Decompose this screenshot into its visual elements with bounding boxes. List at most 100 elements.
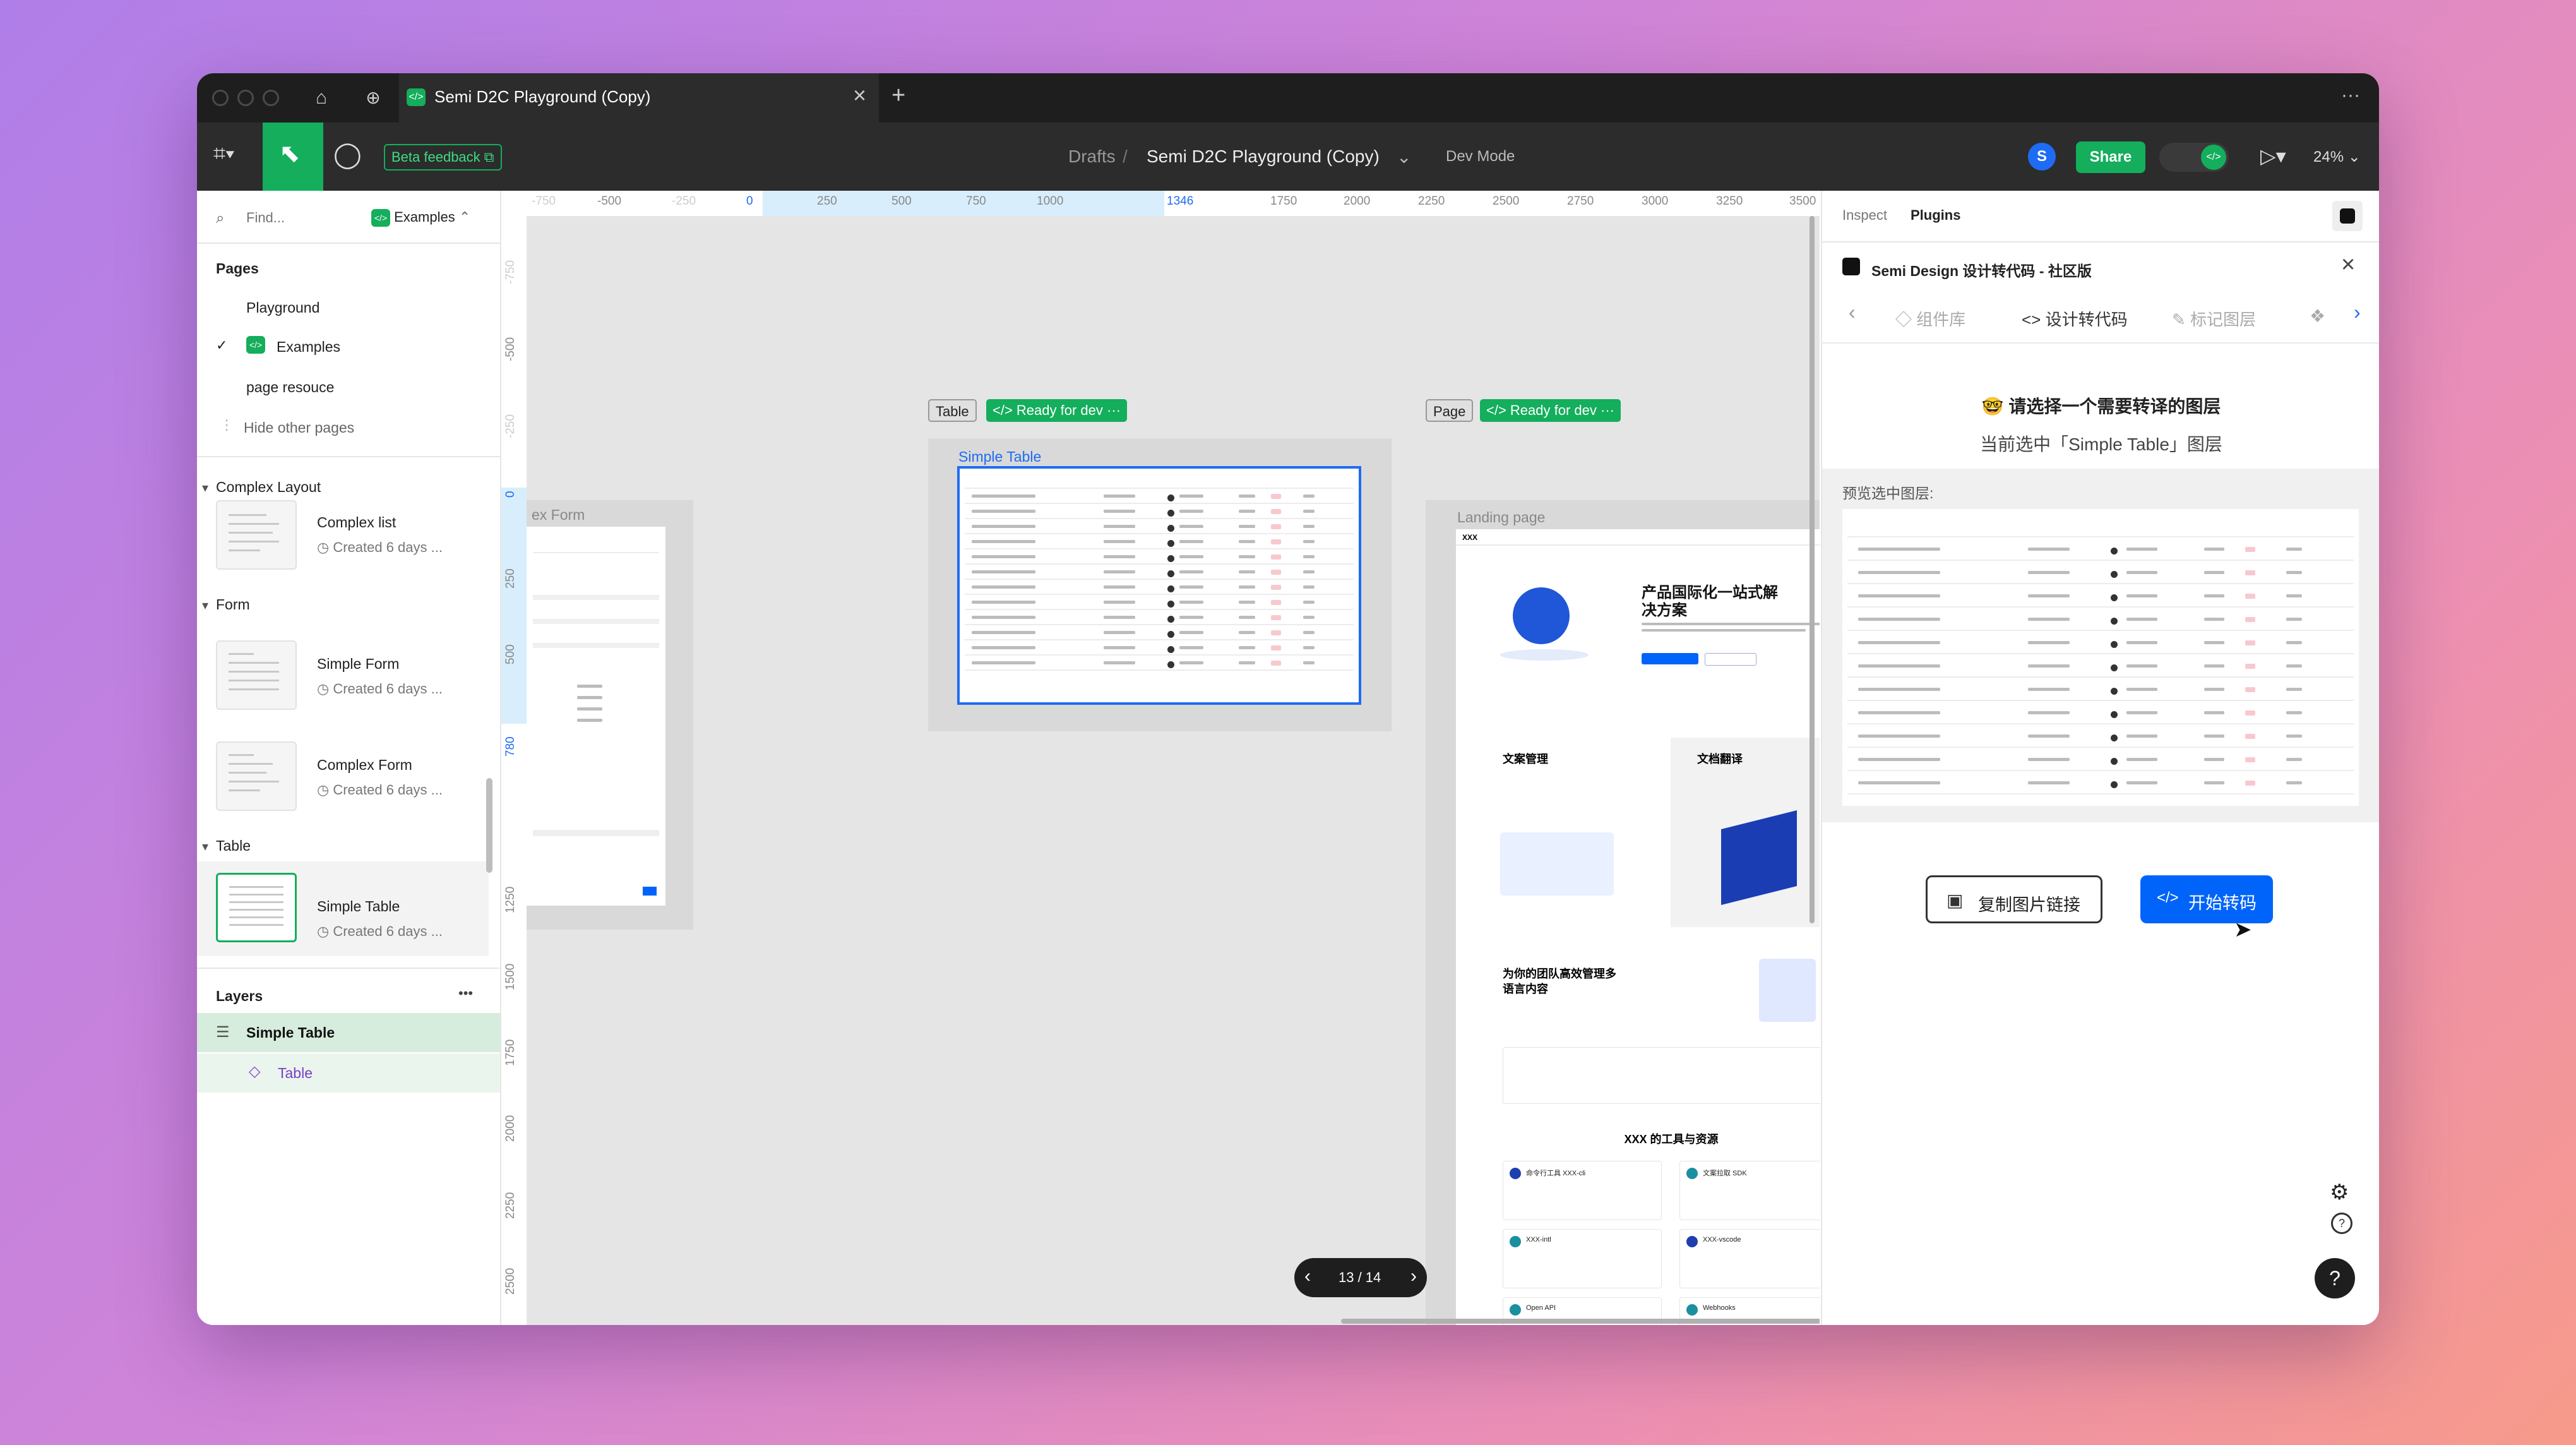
window-more-icon[interactable]: ··· [2341,85,2360,106]
table-cell-placeholder [1239,661,1255,664]
section-title-form[interactable]: Form [216,596,250,613]
layers-more-icon[interactable]: ••• [458,985,473,1002]
globe-icon[interactable]: ⊕ [360,85,386,111]
share-button[interactable]: Share [2076,141,2145,173]
table-frame-section[interactable]: Simple Table [928,438,1392,731]
thumbnail-complex-list[interactable] [216,500,297,570]
dev-mode-toggle[interactable]: </> [2159,143,2229,172]
layer-row-simple-table[interactable]: ☰ Simple Table [197,1013,500,1052]
table-cell-placeholder [971,646,1036,649]
page-item-examples[interactable]: Examples [277,339,340,356]
table-cell-placeholder [2203,687,2225,691]
nav-design-to-code[interactable]: <> 设计转代码 [2022,307,2128,330]
horizontal-scrollbar[interactable] [1341,1319,1820,1324]
section-collapse-icon[interactable]: ▾ [202,839,208,854]
layer-row-table[interactable]: ◇ Table [197,1053,500,1093]
nav-mark-layers[interactable]: ✎ 标记图层 [2172,307,2256,330]
left-panel-scrollbar[interactable] [486,778,492,873]
search-input[interactable] [245,206,361,230]
comment-icon[interactable]: ◯ [333,140,362,169]
table-section-tag[interactable]: Table [928,399,977,422]
component-icon[interactable]: ❖ [2310,306,2325,327]
thumbnail-complex-form[interactable] [216,741,297,811]
user-avatar[interactable]: S [2028,143,2056,171]
created-text: Created 6 days ... [333,539,443,555]
beta-feedback-link[interactable]: Beta feedback ⧉ [384,144,502,171]
file-name[interactable]: Semi D2C Playground (Copy) [1147,147,1380,167]
copy-image-link-button[interactable]: ▣ 复制图片链接 [1926,875,2102,923]
hero-secondary-cta [1705,653,1756,666]
component-name[interactable]: Simple Table [317,898,400,915]
table-cell-placeholder [1857,640,1941,644]
main-menu-icon[interactable]: ⌗▾ [213,141,234,166]
home-icon[interactable]: ⌂ [308,85,335,111]
move-tool-button[interactable]: ⬉ [263,123,323,191]
table-cell-placeholder [1303,601,1315,604]
page-ready-for-dev-badge[interactable]: </> Ready for dev ··· [1480,399,1621,422]
table-cell-placeholder [2028,594,2070,597]
page-item-playground[interactable]: Playground [246,299,319,316]
table-cell-placeholder [2203,664,2225,668]
component-name[interactable]: Complex Form [317,757,412,774]
page-selector-dropdown[interactable]: </> Examples ⌃ [371,206,470,229]
simple-table-frame[interactable] [957,466,1361,705]
table-ready-for-dev-badge[interactable]: </> Ready for dev ··· [986,399,1127,422]
section-title-complex-layout[interactable]: Complex Layout [216,479,321,496]
check-icon: ✓ [216,337,228,353]
nav-prev-icon[interactable]: ‹ [1849,301,1856,324]
code-icon: </> [2157,889,2179,906]
nav-component-library[interactable]: ◇ 组件库 [1895,307,1965,330]
vertical-scrollbar[interactable] [1810,216,1815,923]
hide-other-pages[interactable]: Hide other pages [244,419,354,436]
tool-card: XXX-vscode [1679,1229,1820,1288]
page-item-page-resouce[interactable]: page resouce [246,379,334,396]
next-frame-icon[interactable]: › [1410,1266,1417,1287]
file-menu-chevron-icon[interactable]: ⌄ [1397,147,1411,167]
minimize-window-dot[interactable] [237,90,254,106]
nav-next-icon[interactable]: › [2354,301,2361,324]
form-frame-section[interactable]: ex Form [527,500,693,930]
help-button[interactable]: ? [2315,1258,2355,1298]
maximize-window-dot[interactable] [263,90,279,106]
section-collapse-icon[interactable]: ▾ [202,480,208,496]
design-canvas[interactable]: -750 -500 -250 0 250 500 750 1000 1346 1… [501,191,1820,1325]
close-window-dot[interactable] [212,90,229,106]
page-frame-section[interactable]: Landing page XXX 产品国际化一站式解 决方案 文案管理 文档翻译… [1426,500,1820,1325]
close-tab-icon[interactable]: × [853,82,866,109]
table-row-divider [1847,583,2354,584]
component-name[interactable]: Complex list [317,514,396,531]
section-title-table[interactable]: Table [216,837,251,854]
page-section-tag[interactable]: Page [1426,399,1474,422]
table-cell-placeholder [2203,734,2225,738]
thumbnail-simple-table[interactable] [216,873,297,942]
section-collapse-icon[interactable]: ▾ [202,597,208,613]
tag-badge [1270,600,1281,605]
top-ruler: -750 -500 -250 0 250 500 750 1000 1346 1… [501,191,1820,217]
previous-frame-icon[interactable]: ‹ [1304,1266,1311,1287]
breadcrumb-drafts[interactable]: Drafts [1068,147,1116,167]
tab-inspect[interactable]: Inspect [1842,207,1887,224]
close-plugin-icon[interactable]: × [2341,251,2355,279]
file-tab[interactable]: </> Semi D2C Playground (Copy) × [399,73,879,123]
image-icon: ▣ [1947,890,1964,910]
avatar-dot [2111,734,2118,741]
settings-gear-icon[interactable]: ⚙ [2330,1180,2349,1205]
thumbnail-simple-form[interactable] [216,640,297,710]
present-play-icon[interactable]: ▷▾ [2260,144,2286,168]
preview-label: 预览选中图层: [1842,485,1934,501]
avatar-dot [2111,711,2118,718]
plugin-launcher-button[interactable] [2332,201,2363,231]
tag-badge [2245,780,2256,786]
table-cell-placeholder [1857,687,1941,691]
component-name[interactable]: Simple Form [317,656,399,673]
new-tab-button[interactable]: + [891,82,905,109]
table-cell-placeholder [1857,570,1941,574]
tool-icon [1686,1168,1698,1179]
zoom-level[interactable]: 24% ⌄ [2313,148,2361,166]
plugin-help-icon[interactable]: ? [2331,1213,2352,1234]
start-convert-button[interactable]: </> 开始转码 [2140,875,2273,923]
table-row-divider [1847,746,2354,748]
table-cell-placeholder [1303,646,1315,649]
table-cell-placeholder [1857,664,1941,668]
tab-plugins[interactable]: Plugins [1911,207,1960,224]
